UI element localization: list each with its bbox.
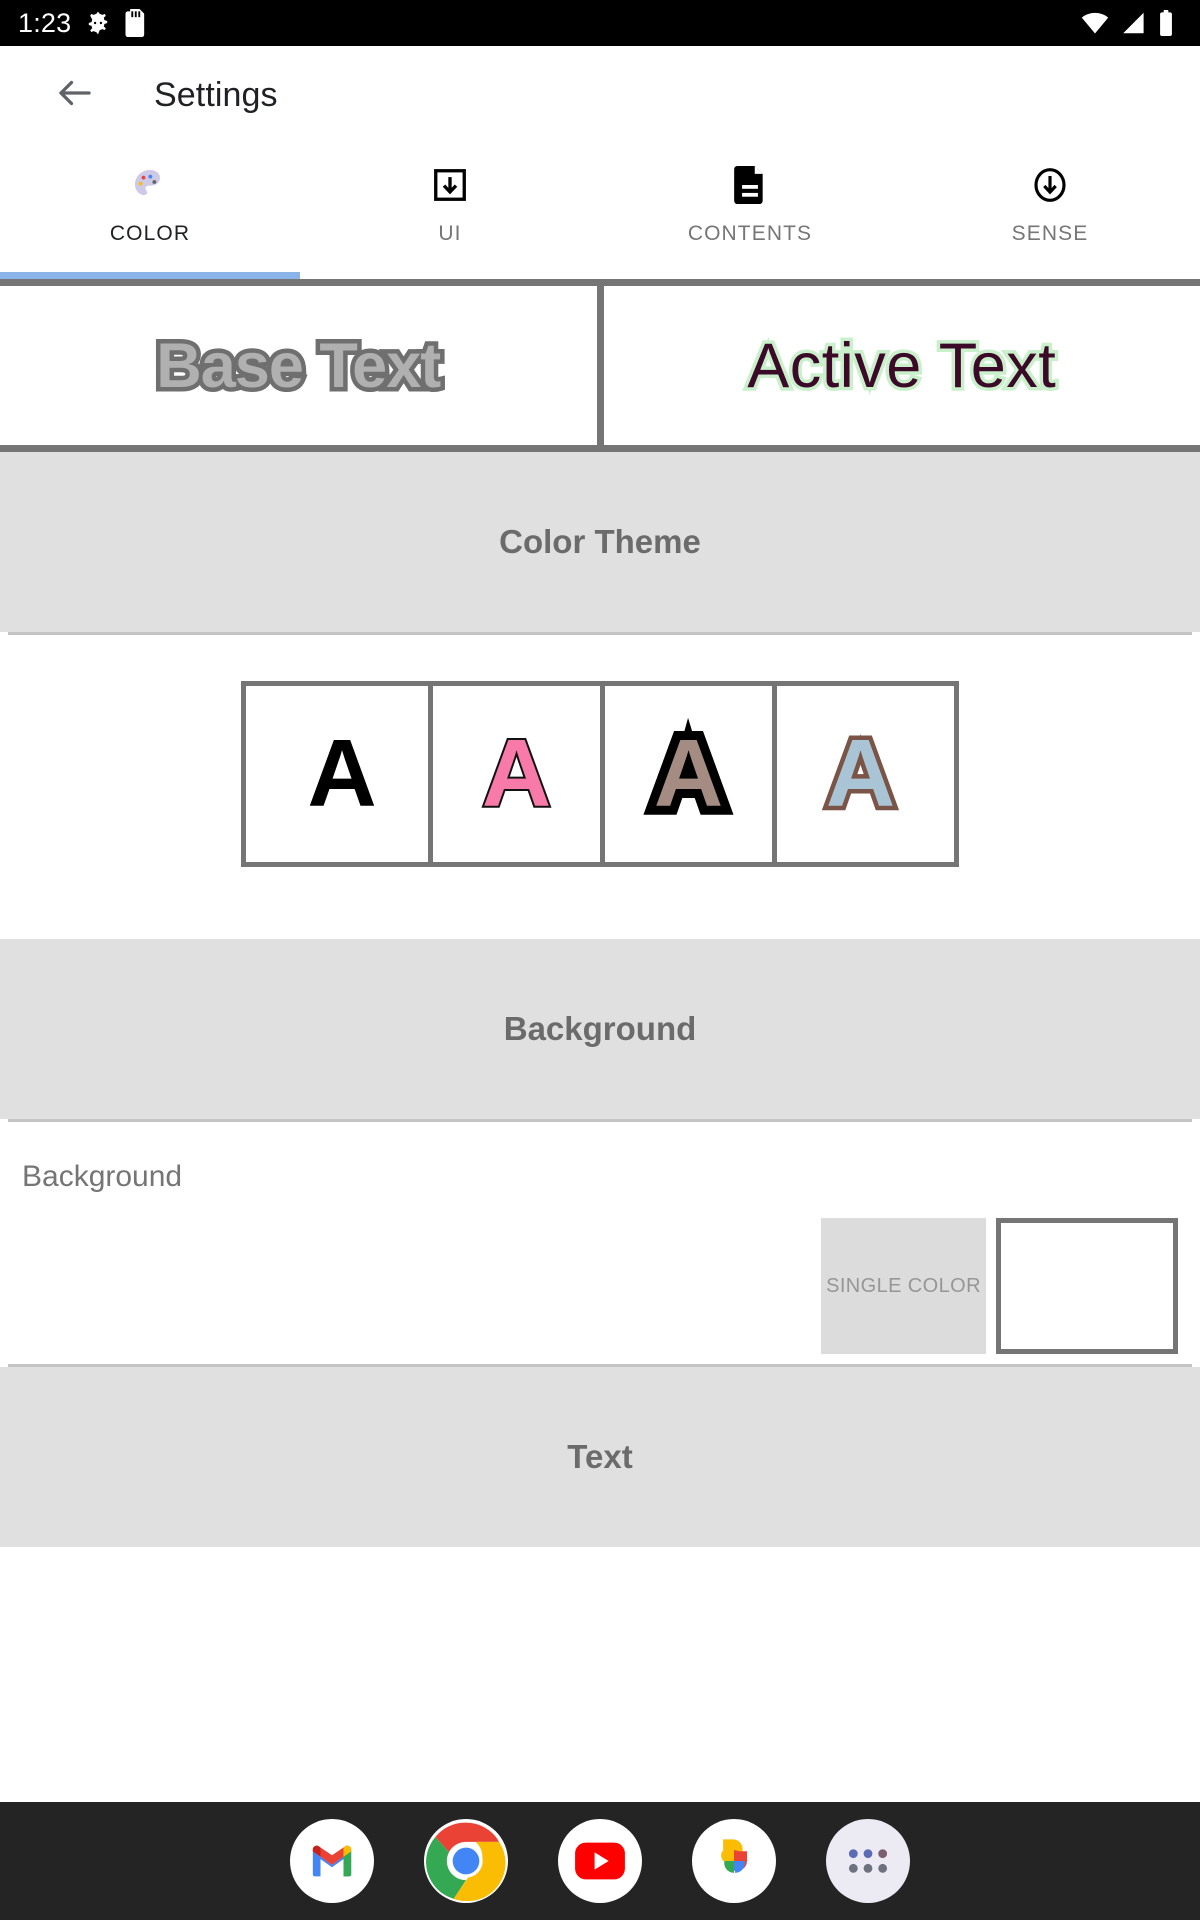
tab-sense[interactable]: SENSE: [900, 144, 1200, 279]
sd-card-icon: [125, 9, 147, 37]
tab-contents[interactable]: CONTENTS: [600, 144, 900, 279]
section-title-background: Background: [503, 1010, 697, 1047]
back-arrow-icon: [54, 72, 96, 119]
swatch-glyph: A: [821, 720, 899, 827]
tab-label-contents: CONTENTS: [687, 222, 813, 245]
dock-icon-youtube[interactable]: [558, 1819, 642, 1903]
swatch-glyph: A: [480, 720, 553, 827]
color-theme-swatch-row: A A A A: [241, 681, 959, 867]
color-theme-options: A A A A: [0, 635, 1200, 939]
background-controls: SINGLE COLOR: [22, 1218, 1178, 1354]
status-bar: 1:23: [0, 0, 1200, 46]
home-dock: [0, 1802, 1200, 1920]
tab-label-ui: UI: [438, 222, 462, 245]
color-theme-swatch-1[interactable]: A: [256, 686, 428, 862]
color-theme-swatch-2[interactable]: A: [428, 686, 600, 862]
battery-icon: [1158, 10, 1174, 36]
color-theme-swatch-3[interactable]: A: [600, 686, 772, 862]
tab-label-sense: SENSE: [1011, 222, 1089, 245]
dock-icon-gmail[interactable]: [290, 1819, 374, 1903]
status-bar-left: 1:23: [18, 9, 147, 37]
color-theme-swatch-4[interactable]: A: [772, 686, 944, 862]
section-title-text: Text: [567, 1438, 633, 1475]
tab-color[interactable]: COLOR: [0, 144, 300, 279]
active-text-sample: Active Text: [744, 327, 1059, 404]
background-row-label: Background: [22, 1160, 183, 1193]
dock-icon-chrome[interactable]: [424, 1819, 508, 1903]
palette-icon: [130, 162, 170, 208]
section-header-color-theme: Color Theme: [0, 452, 1200, 632]
back-button[interactable]: [48, 68, 102, 122]
text-preview-row: Base Text Active Text: [0, 279, 1200, 452]
background-row[interactable]: Background SINGLE COLOR: [0, 1122, 1200, 1364]
wifi-icon: [1080, 11, 1110, 35]
base-text-preview[interactable]: Base Text: [0, 286, 604, 445]
page-title: Settings: [154, 75, 278, 114]
box-download-icon: [431, 162, 469, 208]
tab-ui[interactable]: UI: [300, 144, 600, 279]
background-color-swatch[interactable]: [996, 1218, 1178, 1354]
tab-bar: COLOR UI CONTENTS SENSE: [0, 144, 1200, 279]
document-icon: [732, 162, 768, 208]
active-text-preview[interactable]: Active Text: [603, 286, 1200, 445]
section-title-color-theme: Color Theme: [499, 523, 701, 560]
swatch-glyph: A: [645, 717, 732, 831]
app-bar: Settings: [0, 46, 1200, 144]
android-gear-icon: [85, 10, 111, 36]
background-settings: Background SINGLE COLOR: [0, 1122, 1200, 1364]
cell-signal-icon: [1121, 11, 1147, 35]
dock-icon-app-drawer[interactable]: [826, 1819, 910, 1903]
circle-download-icon: [1030, 162, 1070, 208]
tab-active-indicator: [0, 272, 300, 279]
swatch-glyph: A: [307, 720, 377, 827]
section-header-background: Background: [0, 939, 1200, 1119]
section-header-text: Text: [0, 1367, 1200, 1547]
status-bar-right: [1080, 10, 1182, 36]
base-text-sample: Base Text: [152, 326, 446, 405]
tab-label-color: COLOR: [109, 222, 191, 245]
single-color-button[interactable]: SINGLE COLOR: [821, 1218, 986, 1354]
status-bar-clock: 1:23: [18, 7, 72, 38]
dock-icon-google-photos[interactable]: [692, 1819, 776, 1903]
